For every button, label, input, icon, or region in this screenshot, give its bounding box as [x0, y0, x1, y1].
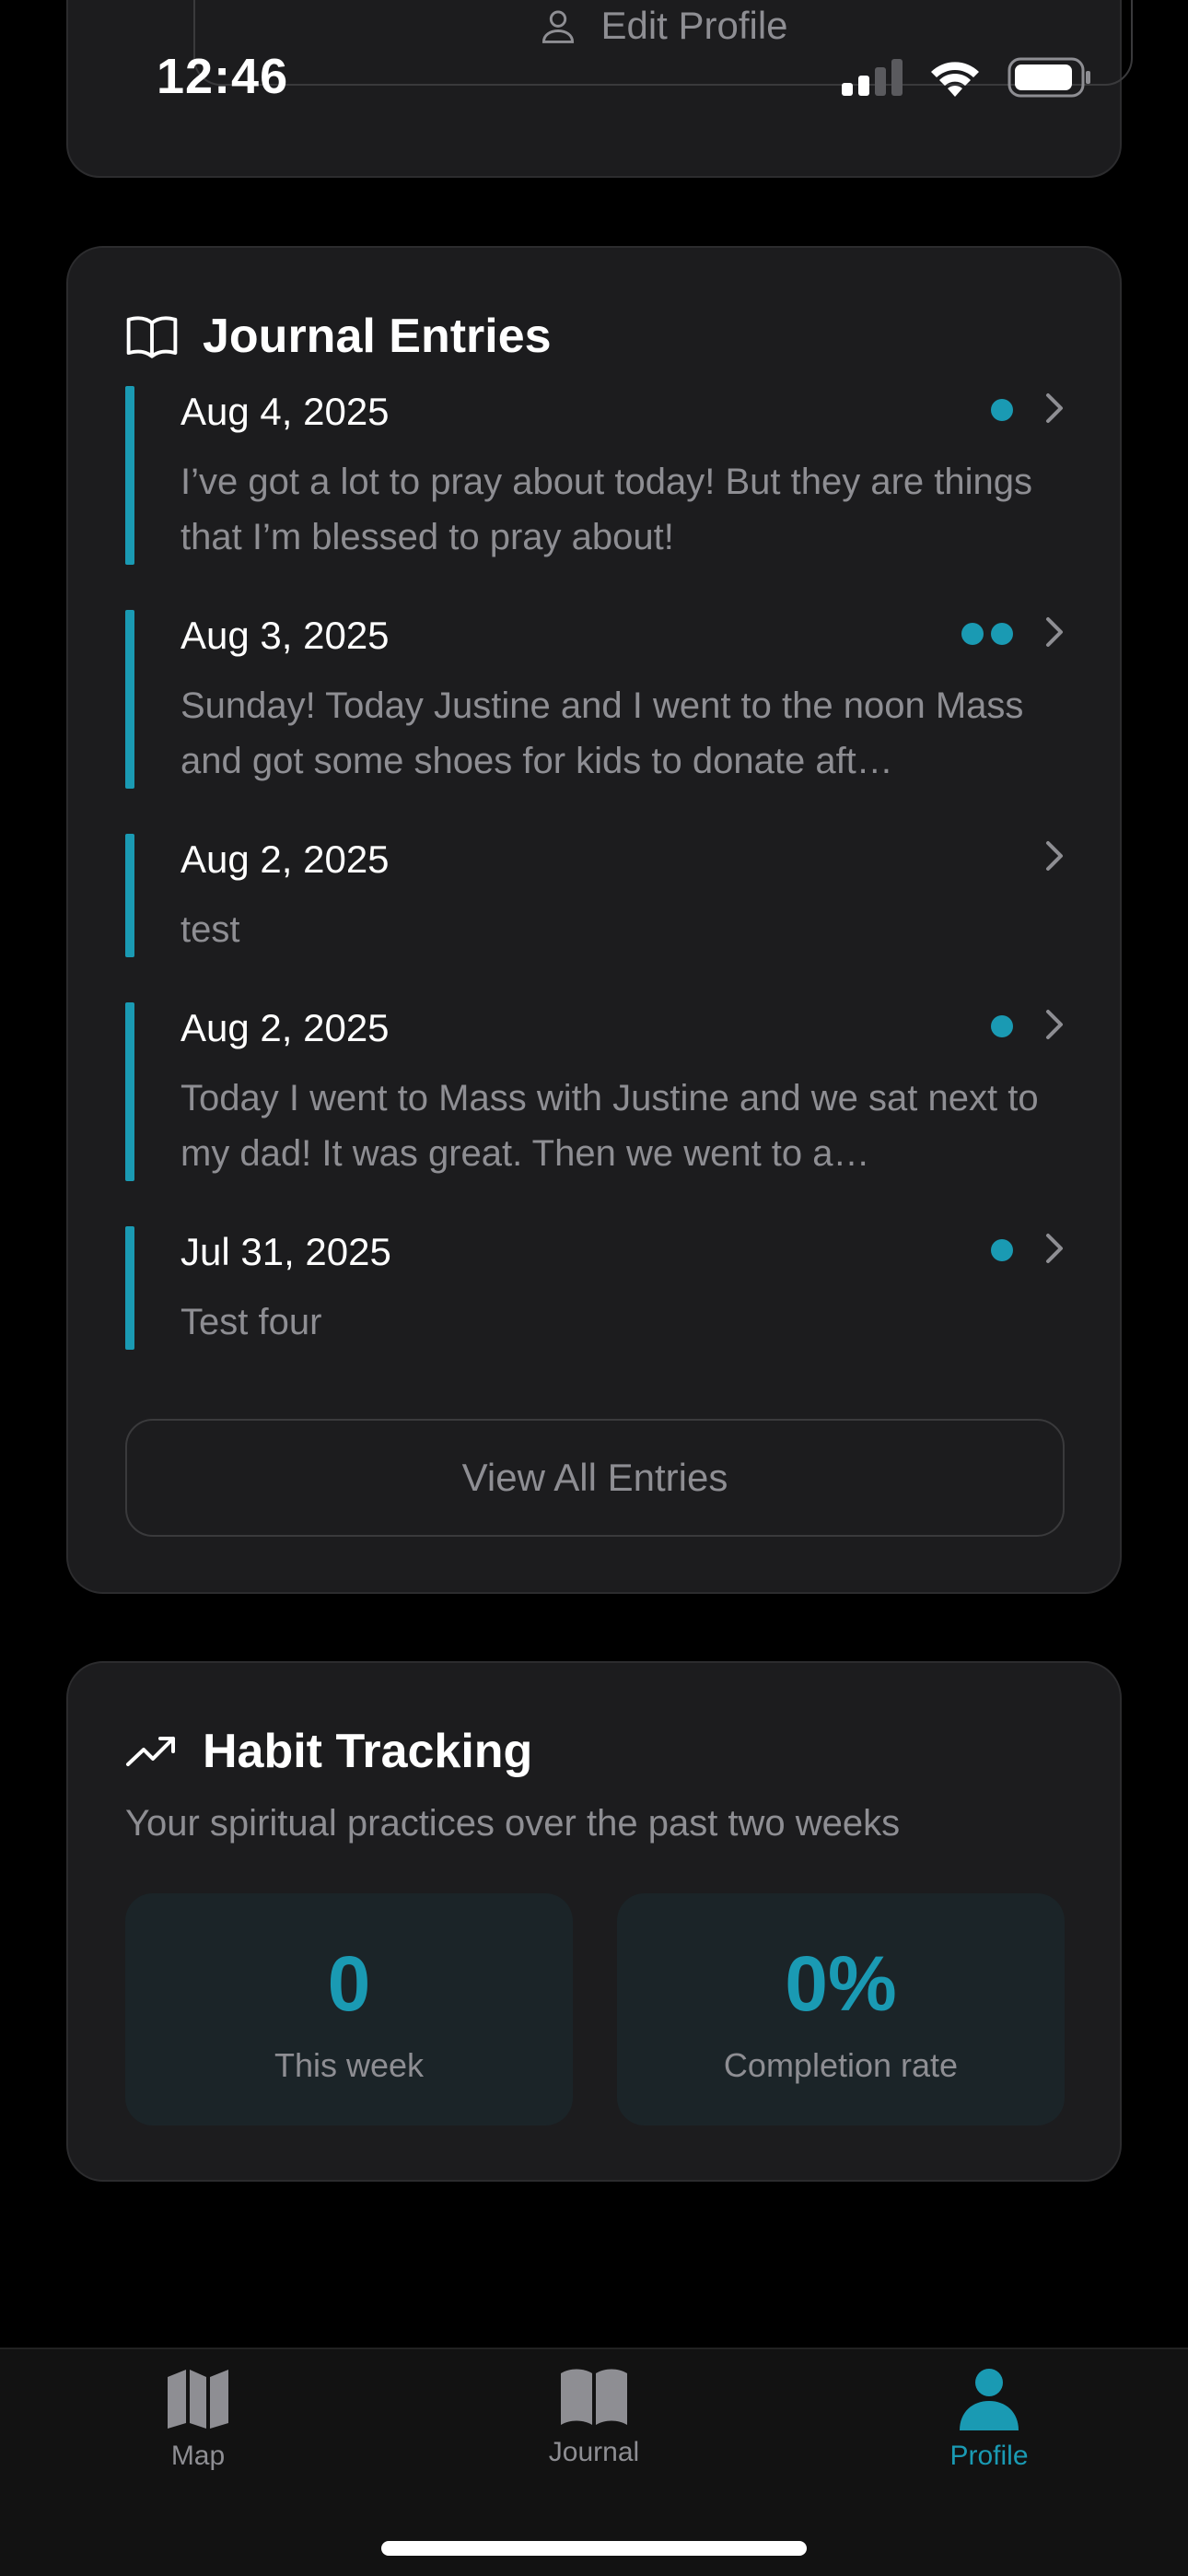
entry-accent-bar: [125, 834, 134, 957]
journal-card: Journal Entries Aug 4, 2025 I’ve got a l…: [66, 246, 1122, 1594]
stat-value: 0%: [785, 1940, 897, 2027]
edit-profile-label: Edit Profile: [600, 4, 788, 47]
open-book-icon: [126, 316, 178, 358]
journal-entry[interactable]: Aug 4, 2025 I’ve got a lot to pray about…: [125, 386, 1074, 565]
habit-card: Habit Tracking Your spiritual practices …: [66, 1661, 1122, 2182]
tab-profile[interactable]: Profile: [879, 2368, 1100, 2472]
chevron-right-icon: [1046, 1010, 1063, 1039]
stat-this-week: 0 This week: [125, 1893, 573, 2125]
entry-accent-bar: [125, 1002, 134, 1181]
entry-preview: Sunday! Today Justine and I went to the …: [181, 685, 1024, 781]
entry-preview: Test four: [181, 1302, 322, 1342]
entry-mood-dots: [961, 623, 1013, 645]
tab-label: Profile: [949, 2441, 1029, 2471]
person-icon: [960, 2369, 1019, 2430]
entry-date: Aug 3, 2025: [181, 614, 390, 657]
stat-value: 0: [327, 1940, 371, 2027]
tab-label: Journal: [548, 2437, 640, 2467]
trending-up-icon: [126, 1737, 175, 1766]
chevron-right-icon: [1046, 1234, 1063, 1263]
habit-header: Habit Tracking: [125, 1724, 532, 1779]
journal-entry[interactable]: Aug 2, 2025 test: [125, 834, 1074, 957]
entry-preview: test: [181, 909, 240, 950]
entry-date: Jul 31, 2025: [181, 1230, 391, 1273]
status-icons: [840, 57, 1092, 98]
entry-date: Aug 2, 2025: [181, 837, 390, 881]
entry-accent-bar: [125, 1226, 134, 1350]
entry-mood-dots: [991, 1015, 1013, 1037]
tab-label: Map: [170, 2441, 226, 2471]
entry-mood-dots: [991, 399, 1013, 421]
entry-date: Aug 2, 2025: [181, 1006, 390, 1049]
habit-title: Habit Tracking: [203, 1725, 533, 1778]
entry-accent-bar: [125, 386, 134, 565]
entry-date: Aug 4, 2025: [181, 390, 390, 433]
battery-icon: [1007, 57, 1090, 98]
chevron-right-icon: [1046, 617, 1063, 647]
status-time: 12:46: [157, 49, 289, 104]
journal-title: Journal Entries: [203, 310, 552, 363]
book-icon: [561, 2369, 627, 2425]
chevron-right-icon: [1046, 393, 1063, 423]
habit-subtitle: Your spiritual practices over the past t…: [125, 1803, 901, 1844]
chevron-right-icon: [1046, 841, 1063, 871]
person-outline-icon: [542, 10, 575, 43]
wifi-icon: [931, 62, 979, 97]
journal-entry[interactable]: Jul 31, 2025 Test four: [125, 1226, 1074, 1350]
entry-accent-bar: [125, 610, 134, 789]
stat-completion-rate: 0% Completion rate: [617, 1893, 1065, 2125]
journal-entry[interactable]: Aug 3, 2025 Sunday! Today Justine and I …: [125, 610, 1074, 789]
signal-icon: [842, 59, 903, 96]
stat-label: This week: [274, 2046, 425, 2084]
view-all-entries-button[interactable]: View All Entries: [125, 1419, 1065, 1537]
tab-map[interactable]: Map: [87, 2368, 309, 2472]
map-icon: [168, 2370, 228, 2429]
journal-entry[interactable]: Aug 2, 2025 Today I went to Mass with Ju…: [125, 1002, 1074, 1181]
entry-preview: Today I went to Mass with Justine and we…: [181, 1078, 1039, 1174]
journal-header: Journal Entries: [125, 309, 552, 364]
entry-preview: I’ve got a lot to pray about today! But …: [181, 462, 1033, 557]
tab-journal[interactable]: Journal: [483, 2368, 705, 2468]
entry-mood-dots: [991, 1239, 1013, 1261]
home-indicator: [381, 2541, 807, 2556]
stat-label: Completion rate: [723, 2046, 959, 2084]
